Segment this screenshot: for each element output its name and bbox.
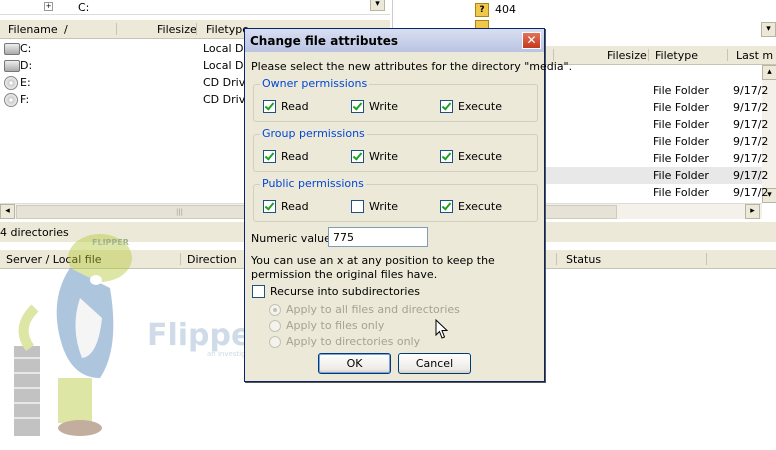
unknown-folder-icon: ? [475,3,489,17]
group-read-checkbox[interactable]: Read [263,150,309,163]
public-execute-checkbox[interactable]: Execute [440,200,502,213]
owner-permissions-group: Owner permissions Read Write Execute [253,77,538,122]
checkbox-box [440,150,453,163]
public-read-checkbox[interactable]: Read [263,200,309,213]
mascot-cap-text: FLIPPER [92,238,129,247]
column-filetype[interactable]: Filetype [206,23,249,36]
dialog-title: Change file attributes [250,34,398,48]
column-filesize[interactable]: Filesize [607,49,647,62]
column-status[interactable]: Status [566,253,601,266]
column-last-modified[interactable]: Last m [736,49,773,62]
local-tree-strip: + C: ▾ [0,0,390,15]
cancel-button[interactable]: Cancel [398,353,471,374]
checkbox-box [252,285,265,298]
scroll-right-button[interactable]: ▸ [745,204,760,219]
checkbox-box [263,200,276,213]
group-label: Owner permissions [260,77,370,90]
owner-write-checkbox[interactable]: Write [351,100,398,113]
permission-hint: You can use an x at any position to keep… [251,254,495,281]
group-permissions-group: Group permissions Read Write Execute [253,127,538,172]
dolphin-mascot-icon [14,234,132,436]
hard-drive-icon [4,43,20,55]
tree-expander-icon[interactable]: + [44,2,53,11]
checkbox-box [351,100,364,113]
group-label: Group permissions [260,127,367,140]
recurse-subdirectories-checkbox[interactable]: Recurse into subdirectories [252,285,420,298]
close-icon[interactable]: ✕ [522,32,541,49]
owner-read-checkbox[interactable]: Read [263,100,309,113]
scroll-up-button[interactable]: ▴ [762,65,776,80]
dialog-prompt: Please select the new attributes for the… [251,60,573,73]
column-filesize[interactable]: Filesize [157,23,197,36]
checkbox-box [351,150,364,163]
hard-drive-icon [4,60,20,72]
flipper-mascot-watermark: FLIPPER [10,228,145,438]
sort-indicator: / [64,23,68,36]
change-file-attributes-dialog: Change file attributes ✕ Please select t… [244,28,572,382]
checkbox-box [263,150,276,163]
group-label: Public permissions [260,177,366,190]
radio-dot [269,335,281,348]
checkbox-box [440,200,453,213]
scroll-left-button[interactable]: ◂ [0,204,15,219]
group-write-checkbox[interactable]: Write [351,150,398,163]
numeric-value-input[interactable]: 775 [328,227,428,247]
apply-files-radio[interactable]: Apply to files only [269,319,384,332]
checkbox-box [263,100,276,113]
checkbox-box [440,100,453,113]
mouse-cursor-icon [435,319,448,339]
scroll-thumb[interactable] [543,205,617,219]
column-filetype[interactable]: Filetype [655,49,698,62]
column-direction[interactable]: Direction [187,253,237,266]
public-permissions-group: Public permissions Read Write Execute [253,177,538,222]
radio-dot [269,319,281,332]
public-write-checkbox[interactable]: Write [351,200,398,213]
owner-execute-checkbox[interactable]: Execute [440,100,502,113]
tree-scroll-down-button[interactable]: ▾ [761,22,776,37]
apply-all-radio[interactable]: Apply to all files and directories [269,303,460,316]
numeric-value-label: Numeric value: [251,232,335,245]
tree-item-c-drive[interactable]: C: [78,1,89,14]
apply-directories-radio[interactable]: Apply to directories only [269,335,420,348]
cd-drive-icon [4,93,18,107]
group-execute-checkbox[interactable]: Execute [440,150,502,163]
cd-drive-icon [4,76,18,90]
tree-item-404[interactable]: 404 [495,3,516,16]
tree-scroll-down-button[interactable]: ▾ [370,0,385,11]
ok-button[interactable]: OK [318,353,391,374]
dialog-titlebar[interactable]: Change file attributes ✕ [245,29,544,52]
radio-dot [269,303,281,316]
checkbox-box [351,200,364,213]
column-filename[interactable]: Filename [8,23,58,36]
